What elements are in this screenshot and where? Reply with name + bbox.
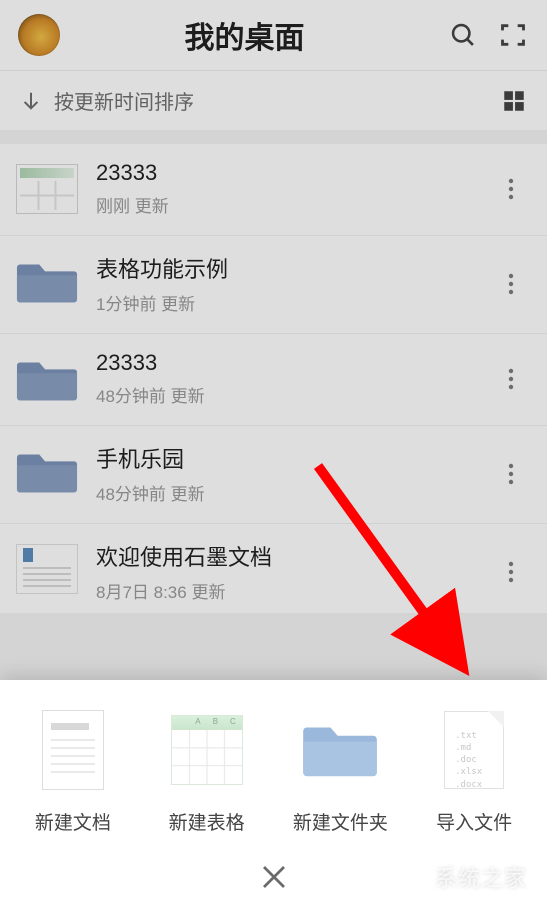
grid-icon: [501, 88, 527, 114]
item-title: 23333: [96, 160, 491, 186]
list-item[interactable]: 23333 刚刚 更新: [0, 144, 547, 236]
more-vert-icon: [508, 273, 514, 295]
item-title: 23333: [96, 350, 491, 376]
spreadsheet-icon: ABC: [171, 715, 243, 785]
watermark-logo-icon: [395, 863, 429, 891]
import-icon: .txt .md .doc .xlsx .docx: [444, 711, 504, 789]
folder-icon: [302, 706, 378, 794]
grid-view-toggle[interactable]: [501, 88, 527, 114]
sheet-item-label: 导入文件: [436, 808, 512, 835]
folder-icon: [16, 354, 78, 404]
sheet-item-label: 新建表格: [169, 808, 245, 835]
more-vert-icon: [508, 178, 514, 200]
new-document-button[interactable]: 新建文档: [13, 706, 133, 835]
folder-icon: [16, 256, 78, 306]
search-icon[interactable]: [447, 19, 479, 51]
arrow-down-icon: [20, 90, 42, 112]
new-spreadsheet-button[interactable]: ABC 新建表格: [147, 706, 267, 835]
page-title: 我的桌面: [60, 13, 429, 57]
list-item[interactable]: 欢迎使用石墨文档 8月7日 8:36 更新: [0, 524, 547, 613]
sort-label: 按更新时间排序: [54, 86, 194, 115]
file-list: 23333 刚刚 更新 表格功能示例 1分钟前 更新 23333 4: [0, 144, 547, 613]
folder-icon: [16, 446, 78, 496]
spreadsheet-icon: [16, 164, 78, 214]
item-title: 表格功能示例: [96, 252, 491, 284]
more-button[interactable]: [491, 463, 531, 485]
import-file-button[interactable]: .txt .md .doc .xlsx .docx 导入文件: [414, 706, 534, 835]
sheet-item-label: 新建文档: [35, 808, 111, 835]
item-subtitle: 刚刚 更新: [96, 192, 491, 217]
document-icon: [16, 544, 78, 594]
more-button[interactable]: [491, 368, 531, 390]
item-title: 欢迎使用石墨文档: [96, 540, 491, 572]
document-icon: [42, 710, 104, 790]
item-subtitle: 48分钟前 更新: [96, 480, 491, 505]
sort-button[interactable]: 按更新时间排序: [20, 86, 501, 115]
scan-icon[interactable]: [497, 19, 529, 51]
item-title: 手机乐园: [96, 442, 491, 474]
new-folder-button[interactable]: 新建文件夹: [280, 706, 400, 835]
list-item[interactable]: 表格功能示例 1分钟前 更新: [0, 236, 547, 334]
avatar[interactable]: [18, 14, 60, 56]
sheet-item-label: 新建文件夹: [293, 808, 388, 835]
more-button[interactable]: [491, 178, 531, 200]
more-vert-icon: [508, 463, 514, 485]
list-item[interactable]: 23333 48分钟前 更新: [0, 334, 547, 426]
more-button[interactable]: [491, 273, 531, 295]
close-icon: [259, 862, 289, 892]
item-subtitle: 1分钟前 更新: [96, 290, 491, 315]
watermark: 系统之家: [395, 861, 527, 893]
app-header: 我的桌面: [0, 0, 547, 70]
more-button[interactable]: [491, 561, 531, 583]
more-vert-icon: [508, 368, 514, 390]
sort-bar: 按更新时间排序: [0, 70, 547, 130]
more-vert-icon: [508, 561, 514, 583]
list-item[interactable]: 手机乐园 48分钟前 更新: [0, 426, 547, 524]
item-subtitle: 48分钟前 更新: [96, 382, 491, 407]
item-subtitle: 8月7日 8:36 更新: [96, 578, 491, 603]
